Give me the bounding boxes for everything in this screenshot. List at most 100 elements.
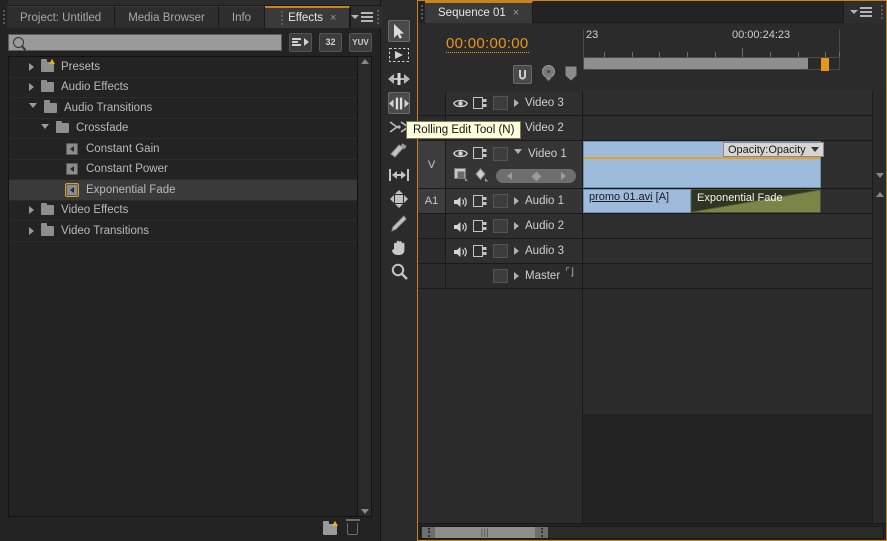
previous-keyframe-icon[interactable] bbox=[506, 172, 512, 180]
eye-icon[interactable] bbox=[453, 148, 468, 159]
set-display-style-icon[interactable] bbox=[454, 167, 469, 185]
lane-audio-2[interactable] bbox=[583, 214, 872, 239]
ripple-edit-tool[interactable] bbox=[388, 68, 410, 90]
track-select-tool[interactable] bbox=[388, 44, 410, 66]
chevron-right-icon[interactable] bbox=[29, 206, 34, 215]
lock-icon[interactable] bbox=[473, 219, 487, 233]
add-keyframe-icon[interactable] bbox=[531, 171, 541, 181]
tree-item-crossfade[interactable]: Crossfade bbox=[9, 119, 357, 139]
timeline-clip-area[interactable]: promo 01.avi [V] Opacity:Opacity promo 0… bbox=[583, 91, 872, 523]
eye-icon[interactable] bbox=[453, 98, 468, 109]
chevron-right-icon[interactable] bbox=[514, 222, 519, 230]
panel-menu-button[interactable] bbox=[350, 6, 374, 28]
tab-info[interactable]: Info bbox=[218, 6, 266, 28]
tree-item-audio-effects[interactable]: Audio Effects bbox=[9, 78, 357, 98]
chevron-right-icon[interactable] bbox=[29, 83, 34, 92]
source-patch-audio-2[interactable] bbox=[418, 214, 446, 238]
slip-tool[interactable] bbox=[388, 164, 410, 186]
track-header-video-1[interactable]: V Video 1 bbox=[418, 141, 582, 189]
show-keyframes-icon[interactable] bbox=[475, 167, 490, 185]
track-color-swatch[interactable] bbox=[493, 219, 508, 233]
trash-icon[interactable] bbox=[345, 519, 360, 535]
lock-icon[interactable] bbox=[473, 96, 487, 110]
lane-video-1[interactable]: promo 01.avi [V] Opacity:Opacity bbox=[583, 141, 872, 189]
timeline-panel-menu-button[interactable] bbox=[843, 1, 877, 23]
hscroll-zoom-in-handle[interactable] bbox=[535, 526, 548, 538]
source-patch-audio-3[interactable] bbox=[418, 239, 446, 263]
panel-resize-grip[interactable] bbox=[373, 6, 383, 28]
chevron-down-icon[interactable] bbox=[514, 149, 522, 158]
chevron-down-icon[interactable] bbox=[29, 103, 37, 112]
lock-icon[interactable] bbox=[473, 147, 487, 160]
opacity-rubber-band[interactable] bbox=[584, 157, 820, 159]
tab-effects[interactable]: Effects × bbox=[265, 6, 351, 28]
accelerated-effects-button[interactable] bbox=[289, 32, 312, 52]
next-keyframe-icon[interactable] bbox=[560, 172, 566, 180]
track-color-swatch[interactable] bbox=[493, 96, 508, 110]
tree-item-video-transitions[interactable]: Video Transitions bbox=[9, 221, 357, 242]
panel-drag-grip[interactable] bbox=[0, 6, 7, 28]
track-color-swatch[interactable] bbox=[493, 146, 508, 161]
selection-tool[interactable] bbox=[388, 20, 410, 42]
clip-audio-promo01[interactable]: promo 01.avi [A] bbox=[583, 189, 691, 213]
snap-toggle[interactable] bbox=[513, 65, 532, 84]
yuv-color-button[interactable]: YUV bbox=[349, 32, 372, 52]
close-icon[interactable]: × bbox=[513, 7, 519, 19]
track-color-swatch[interactable] bbox=[493, 194, 508, 208]
effect-dropdown[interactable]: Opacity:Opacity bbox=[723, 142, 824, 157]
keyframe-navigator[interactable] bbox=[496, 169, 576, 183]
scroll-down-icon[interactable] bbox=[876, 173, 884, 178]
tab-media-browser[interactable]: Media Browser bbox=[115, 6, 219, 28]
effects-tree-scrollbar[interactable] bbox=[357, 57, 371, 516]
chevron-down-icon[interactable] bbox=[41, 123, 49, 133]
tab-sequence-01[interactable]: Sequence 01 × bbox=[425, 1, 534, 23]
tree-item-exponential-fade[interactable]: Exponential Fade bbox=[9, 180, 357, 201]
lock-icon[interactable] bbox=[473, 244, 487, 258]
scroll-up-icon[interactable] bbox=[360, 59, 369, 64]
razor-tool[interactable] bbox=[388, 140, 410, 162]
lane-master[interactable] bbox=[583, 264, 872, 289]
source-patch-audio-1[interactable]: A1 bbox=[418, 189, 446, 213]
lock-icon[interactable] bbox=[473, 194, 487, 208]
tree-item-audio-transitions[interactable]: Audio Transitions bbox=[9, 98, 357, 119]
view-bar-fill[interactable] bbox=[584, 58, 809, 69]
hand-tool[interactable] bbox=[388, 236, 410, 258]
source-patch-video-1[interactable]: V bbox=[418, 141, 446, 188]
search-input[interactable] bbox=[24, 34, 281, 50]
chevron-right-icon[interactable] bbox=[514, 197, 519, 205]
timeline-vertical-scrollbar[interactable] bbox=[872, 91, 886, 523]
hscroll-track[interactable]: ||| bbox=[420, 525, 884, 539]
timeline-ruler[interactable]: 23 00:00:24:23 bbox=[583, 29, 840, 57]
lane-audio-1[interactable]: promo 01.avi [A] Exponential Fade bbox=[583, 189, 872, 214]
timeline-drag-grip[interactable] bbox=[418, 1, 425, 23]
chevron-right-icon[interactable] bbox=[514, 99, 519, 107]
chevron-right-icon[interactable] bbox=[514, 247, 519, 255]
32-bit-color-button[interactable]: 32 bbox=[319, 32, 342, 52]
rolling-edit-tool[interactable] bbox=[388, 92, 410, 114]
tree-item-constant-power[interactable]: Constant Power bbox=[9, 160, 357, 180]
track-header-master[interactable]: Master ⌜⌋ bbox=[418, 264, 582, 289]
lane-video-3[interactable] bbox=[583, 91, 872, 116]
slide-tool[interactable] bbox=[388, 188, 410, 210]
hscroll-thumb[interactable]: ||| bbox=[422, 526, 548, 538]
tree-item-video-effects[interactable]: Video Effects bbox=[9, 201, 357, 221]
timeline-resize-grip[interactable] bbox=[877, 1, 886, 23]
search-input-wrap[interactable] bbox=[8, 33, 282, 51]
lane-video-2[interactable] bbox=[583, 116, 872, 141]
speaker-icon[interactable] bbox=[453, 196, 467, 207]
tab-effects-grip[interactable] bbox=[278, 11, 285, 25]
track-header-audio-1[interactable]: A1 Audio 1 bbox=[418, 189, 582, 214]
new-custom-bin-icon[interactable] bbox=[323, 520, 338, 535]
speaker-icon[interactable] bbox=[453, 246, 467, 257]
add-marker-button[interactable] bbox=[565, 66, 577, 84]
track-color-swatch[interactable] bbox=[493, 269, 508, 283]
source-patch-video-3[interactable] bbox=[418, 91, 446, 115]
timeline-view-bar[interactable] bbox=[583, 57, 840, 71]
linked-selection-toggle[interactable] bbox=[541, 65, 556, 84]
chevron-right-icon[interactable] bbox=[29, 226, 34, 235]
zoom-tool[interactable] bbox=[388, 260, 410, 282]
chevron-right-icon[interactable] bbox=[514, 272, 519, 280]
scroll-up-icon[interactable] bbox=[876, 192, 884, 197]
track-header-video-3[interactable]: Video 3 bbox=[418, 91, 582, 116]
close-icon[interactable]: × bbox=[330, 12, 336, 24]
